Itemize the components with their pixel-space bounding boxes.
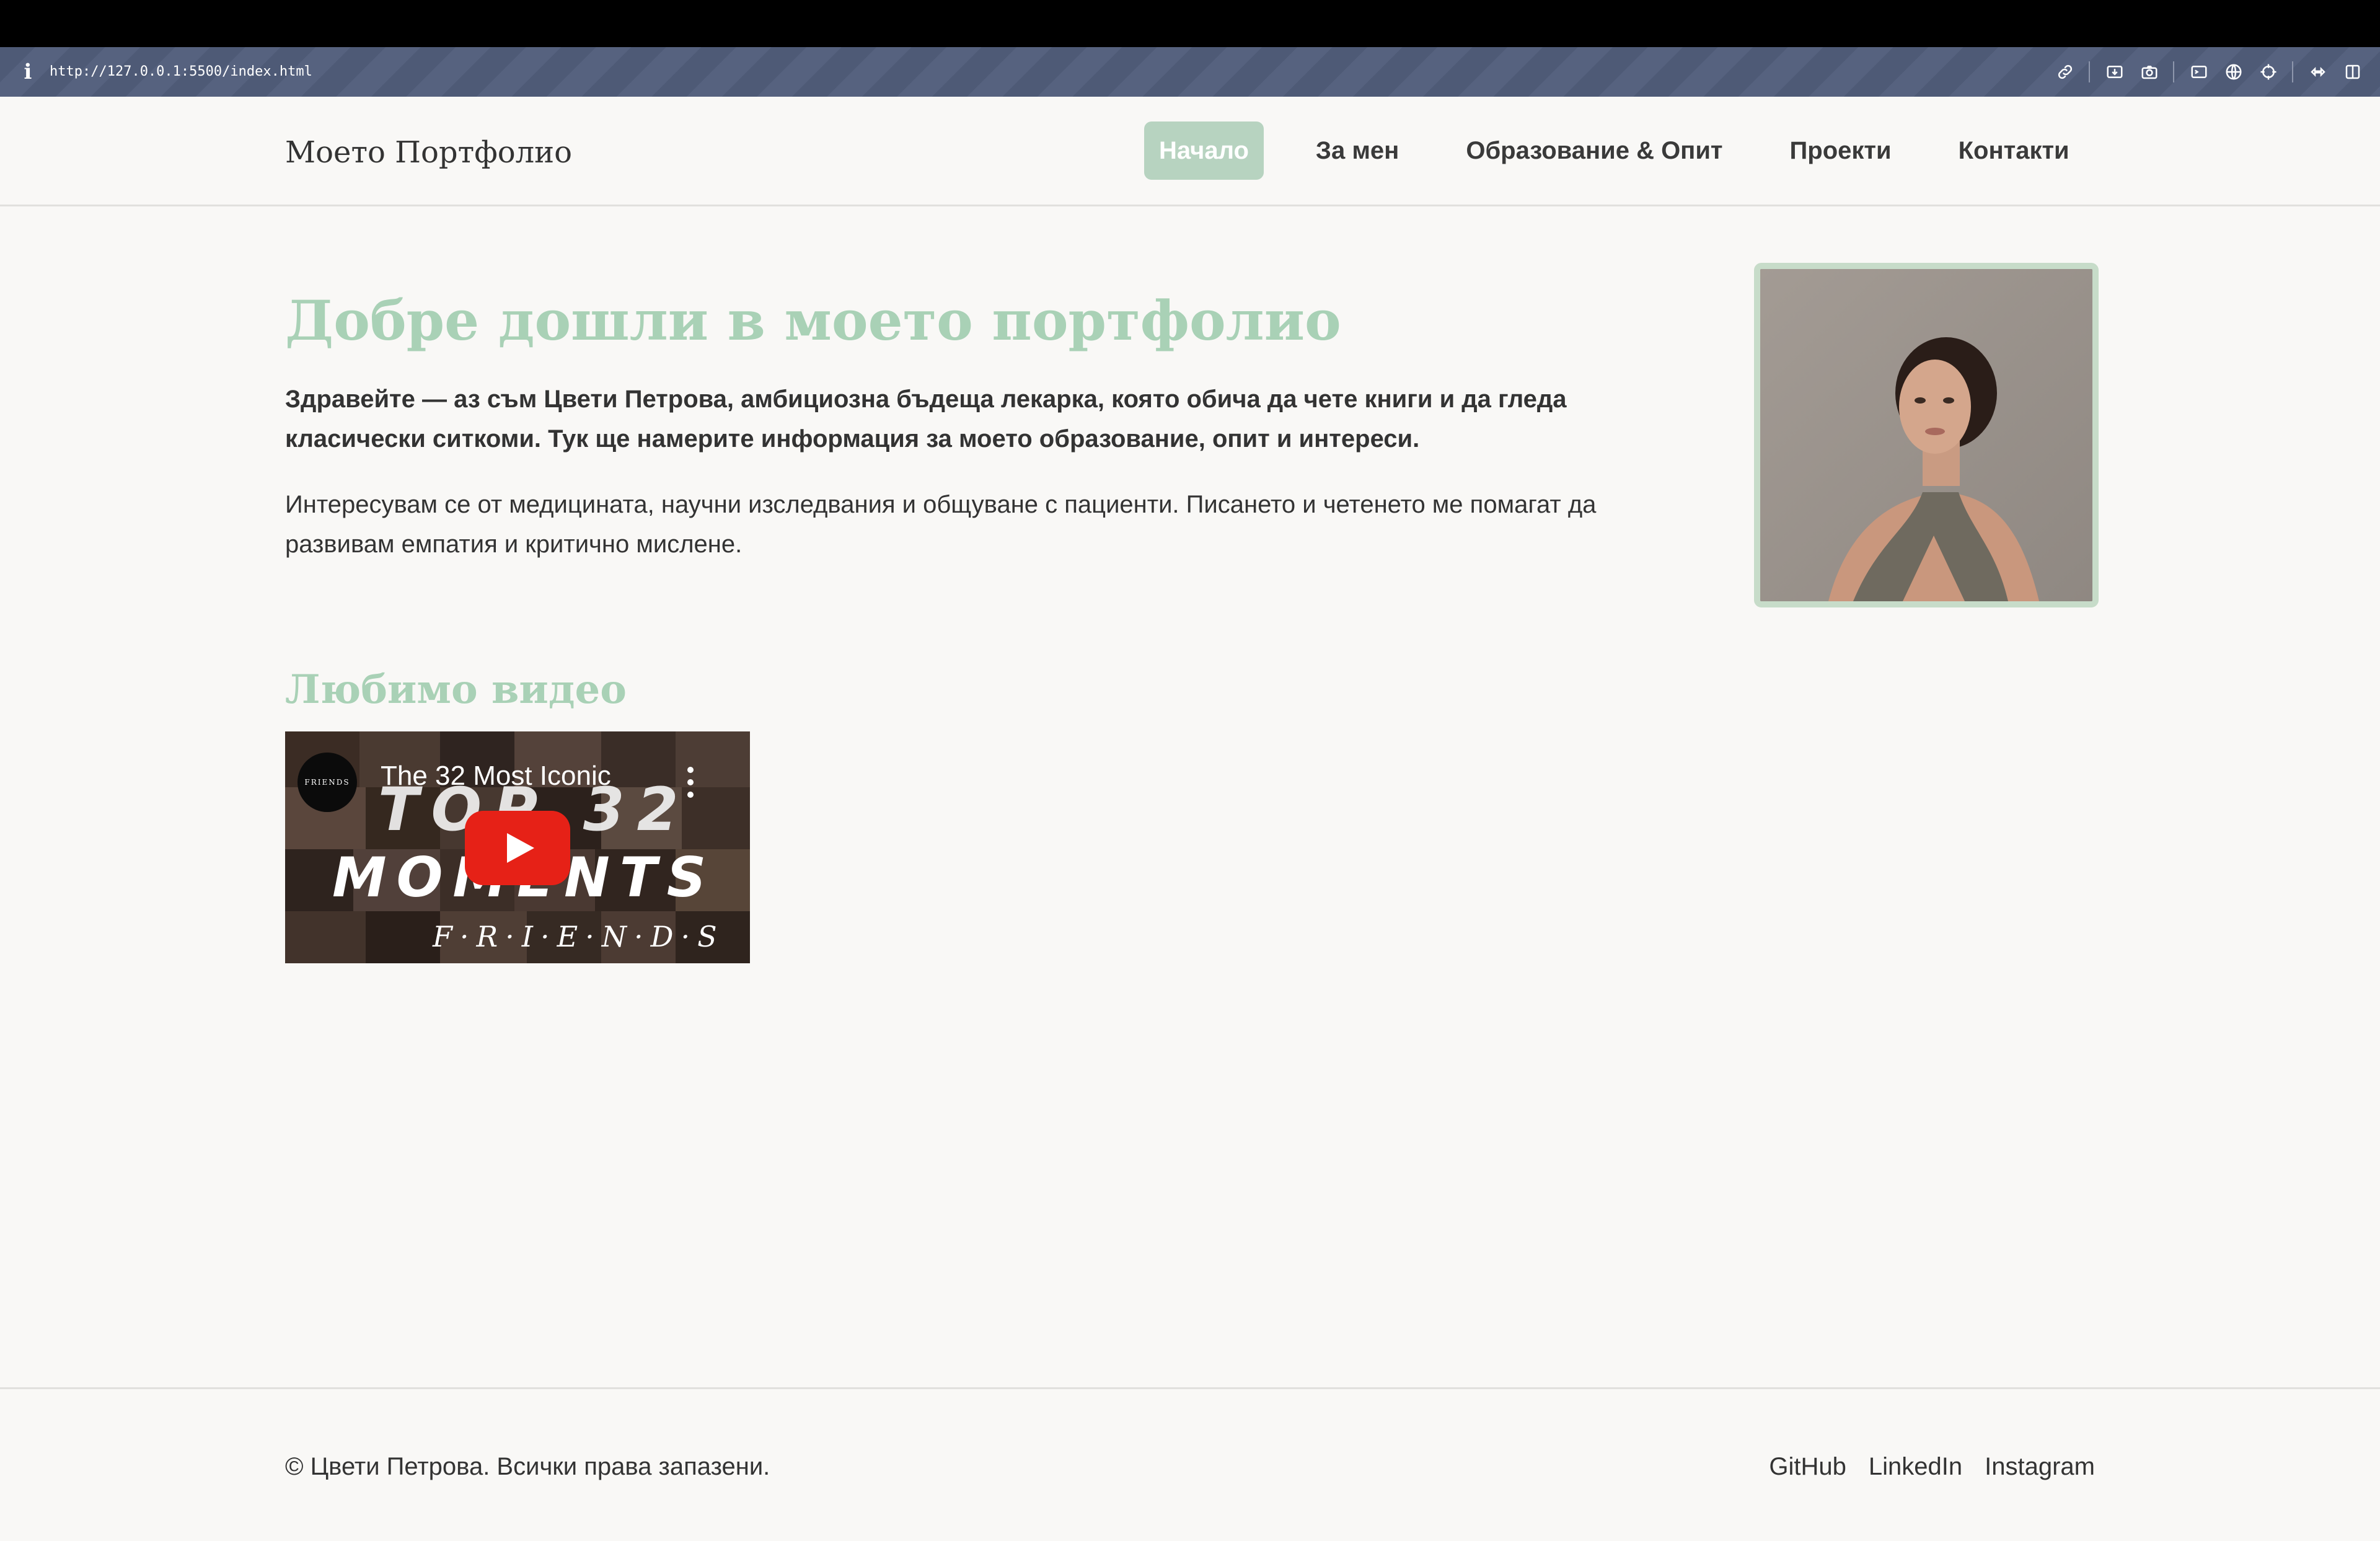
channel-logo-text: FRIENDS bbox=[304, 778, 350, 787]
site-footer: © Цвети Петрова. Всички права запазени. … bbox=[0, 1387, 2380, 1541]
nav-item-about[interactable]: За мен bbox=[1301, 121, 1414, 180]
video-title[interactable]: The 32 Most Iconic bbox=[381, 760, 611, 792]
link-icon[interactable] bbox=[2052, 58, 2079, 86]
crosshair-icon[interactable] bbox=[2255, 58, 2282, 86]
site-header: Моето Портфолио Начало За мен Образовани… bbox=[0, 97, 2380, 206]
more-options-icon[interactable] bbox=[683, 765, 698, 800]
profile-photo-image bbox=[1760, 269, 2092, 601]
video-section-title: Любимо видео bbox=[285, 666, 627, 713]
url-text[interactable]: http://127.0.0.1:5500/index.html bbox=[50, 61, 312, 83]
toolbar-divider bbox=[2292, 61, 2293, 82]
screen: i http://127.0.0.1:5500/index.html Моето… bbox=[0, 0, 2380, 1541]
profile-photo bbox=[1754, 263, 2099, 607]
browser-toolbar bbox=[2044, 58, 2366, 86]
footer-links: GitHub LinkedIn Instagram bbox=[1747, 1451, 2095, 1482]
top-black-bar bbox=[0, 0, 2380, 47]
channel-logo[interactable]: FRIENDS bbox=[298, 753, 357, 812]
terminal-icon[interactable] bbox=[2185, 58, 2213, 86]
thumbnail-text-friends: F·R·I·E·N·D·S bbox=[433, 920, 725, 953]
nav-item-education[interactable]: Образование & Опит bbox=[1451, 121, 1737, 180]
footer-link-instagram[interactable]: Instagram bbox=[1985, 1451, 2095, 1482]
split-view-icon[interactable] bbox=[2339, 58, 2366, 86]
globe-icon[interactable] bbox=[2220, 58, 2247, 86]
footer-link-github[interactable]: GitHub bbox=[1769, 1451, 1846, 1482]
toolbar-divider bbox=[2089, 61, 2090, 82]
nav-item-projects[interactable]: Проекти bbox=[1775, 121, 1906, 180]
copyright-text: © Цвети Петрова. Всички права запазени. bbox=[285, 1453, 770, 1480]
play-button-icon[interactable] bbox=[465, 811, 570, 885]
footer-link-linkedin[interactable]: LinkedIn bbox=[1869, 1451, 1962, 1482]
info-icon[interactable]: i bbox=[19, 57, 37, 87]
camera-icon[interactable] bbox=[2136, 58, 2163, 86]
site-brand[interactable]: Моето Портфолио bbox=[285, 134, 572, 171]
nav-item-home[interactable]: Начало bbox=[1144, 121, 1264, 180]
toolbar-divider bbox=[2173, 61, 2174, 82]
main-nav: Начало За мен Образование & Опит Проекти… bbox=[1144, 121, 2084, 180]
download-icon[interactable] bbox=[2101, 58, 2128, 86]
embedded-video[interactable]: TOP 32 MOMENTS F·R·I·E·N·D·S FRIENDS The… bbox=[285, 731, 750, 963]
hero-lead: Здравейте — аз съм Цвети Петрова, амбици… bbox=[285, 386, 1567, 453]
hero-paragraph: Интересувам се от медицината, научни изс… bbox=[285, 491, 1597, 558]
extensions-icon[interactable] bbox=[2304, 58, 2332, 86]
browser-address-bar: i http://127.0.0.1:5500/index.html bbox=[0, 47, 2380, 97]
hero-title: Добре дошли в моето портфолио bbox=[285, 288, 1341, 353]
nav-item-contacts[interactable]: Контакти bbox=[1944, 121, 2084, 180]
